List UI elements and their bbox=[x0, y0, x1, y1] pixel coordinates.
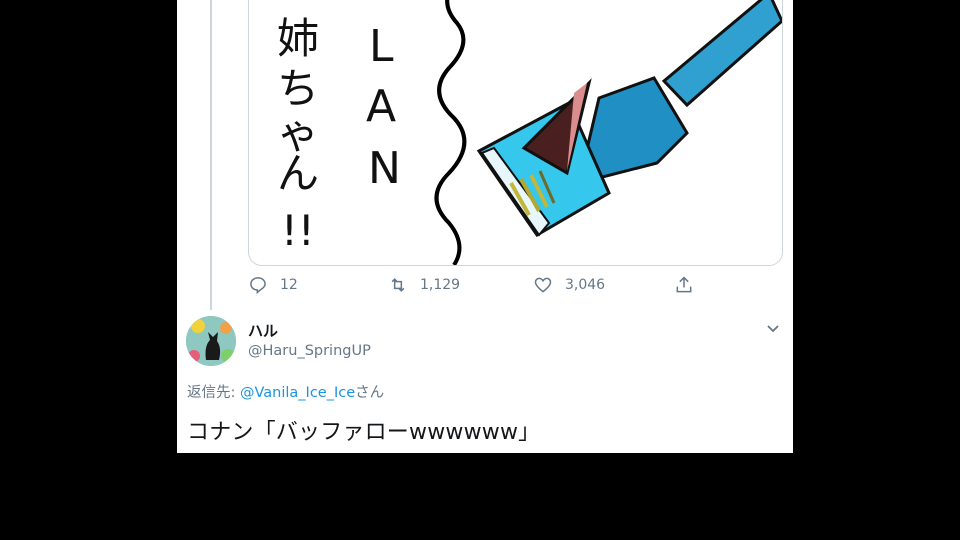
retweet-icon bbox=[391, 278, 405, 292]
image-handwritten-text-2: L A N bbox=[366, 21, 401, 194]
replying-suffix: さん bbox=[355, 385, 385, 401]
share-action[interactable] bbox=[674, 275, 694, 295]
reply-count: 12 bbox=[280, 277, 298, 293]
thread-connector-line bbox=[210, 0, 212, 310]
tweet-action-bar: 12 1,129 3,046 bbox=[248, 275, 698, 297]
lan-cable-illustration bbox=[476, 0, 782, 237]
image-char: !! bbox=[281, 206, 315, 255]
image-handwritten-text-1: 姉 ち ゃ ん !! bbox=[277, 14, 319, 255]
image-char: 姉 bbox=[277, 14, 319, 63]
heart-icon bbox=[534, 277, 552, 293]
share-icon bbox=[676, 276, 692, 293]
like-action[interactable]: 3,046 bbox=[533, 275, 605, 295]
reply-text: コナン「バッファローwwwwww」 bbox=[187, 420, 541, 445]
reply-author-handle[interactable]: @Haru_SpringUP bbox=[248, 343, 371, 359]
retweet-action[interactable]: 1,129 bbox=[388, 275, 460, 295]
image-char: L bbox=[369, 21, 394, 72]
reply-action[interactable]: 12 bbox=[248, 275, 298, 295]
reply-author-name[interactable]: ハル bbox=[248, 320, 278, 341]
replying-prefix: 返信先: bbox=[187, 385, 240, 401]
like-count: 3,046 bbox=[565, 277, 606, 293]
chevron-down-icon[interactable] bbox=[764, 320, 782, 338]
image-char: N bbox=[368, 143, 401, 194]
image-char: A bbox=[366, 81, 396, 132]
reply-icon bbox=[250, 277, 266, 295]
tweet-image[interactable]: 姉 ち ゃ ん !! L A N bbox=[248, 0, 783, 266]
image-char: ち bbox=[277, 64, 319, 113]
avatar[interactable] bbox=[186, 316, 236, 366]
wavy-divider bbox=[434, 0, 467, 265]
retweet-count: 1,129 bbox=[420, 277, 461, 293]
image-char: ん bbox=[277, 149, 319, 198]
replying-to: 返信先: @Vanila_Ice_Iceさん bbox=[187, 381, 384, 402]
timeline-panel: 姉 ち ゃ ん !! L A N 12 1,129 3,046 ハル @Haru… bbox=[177, 0, 793, 453]
replying-mention-link[interactable]: @Vanila_Ice_Ice bbox=[240, 385, 355, 401]
